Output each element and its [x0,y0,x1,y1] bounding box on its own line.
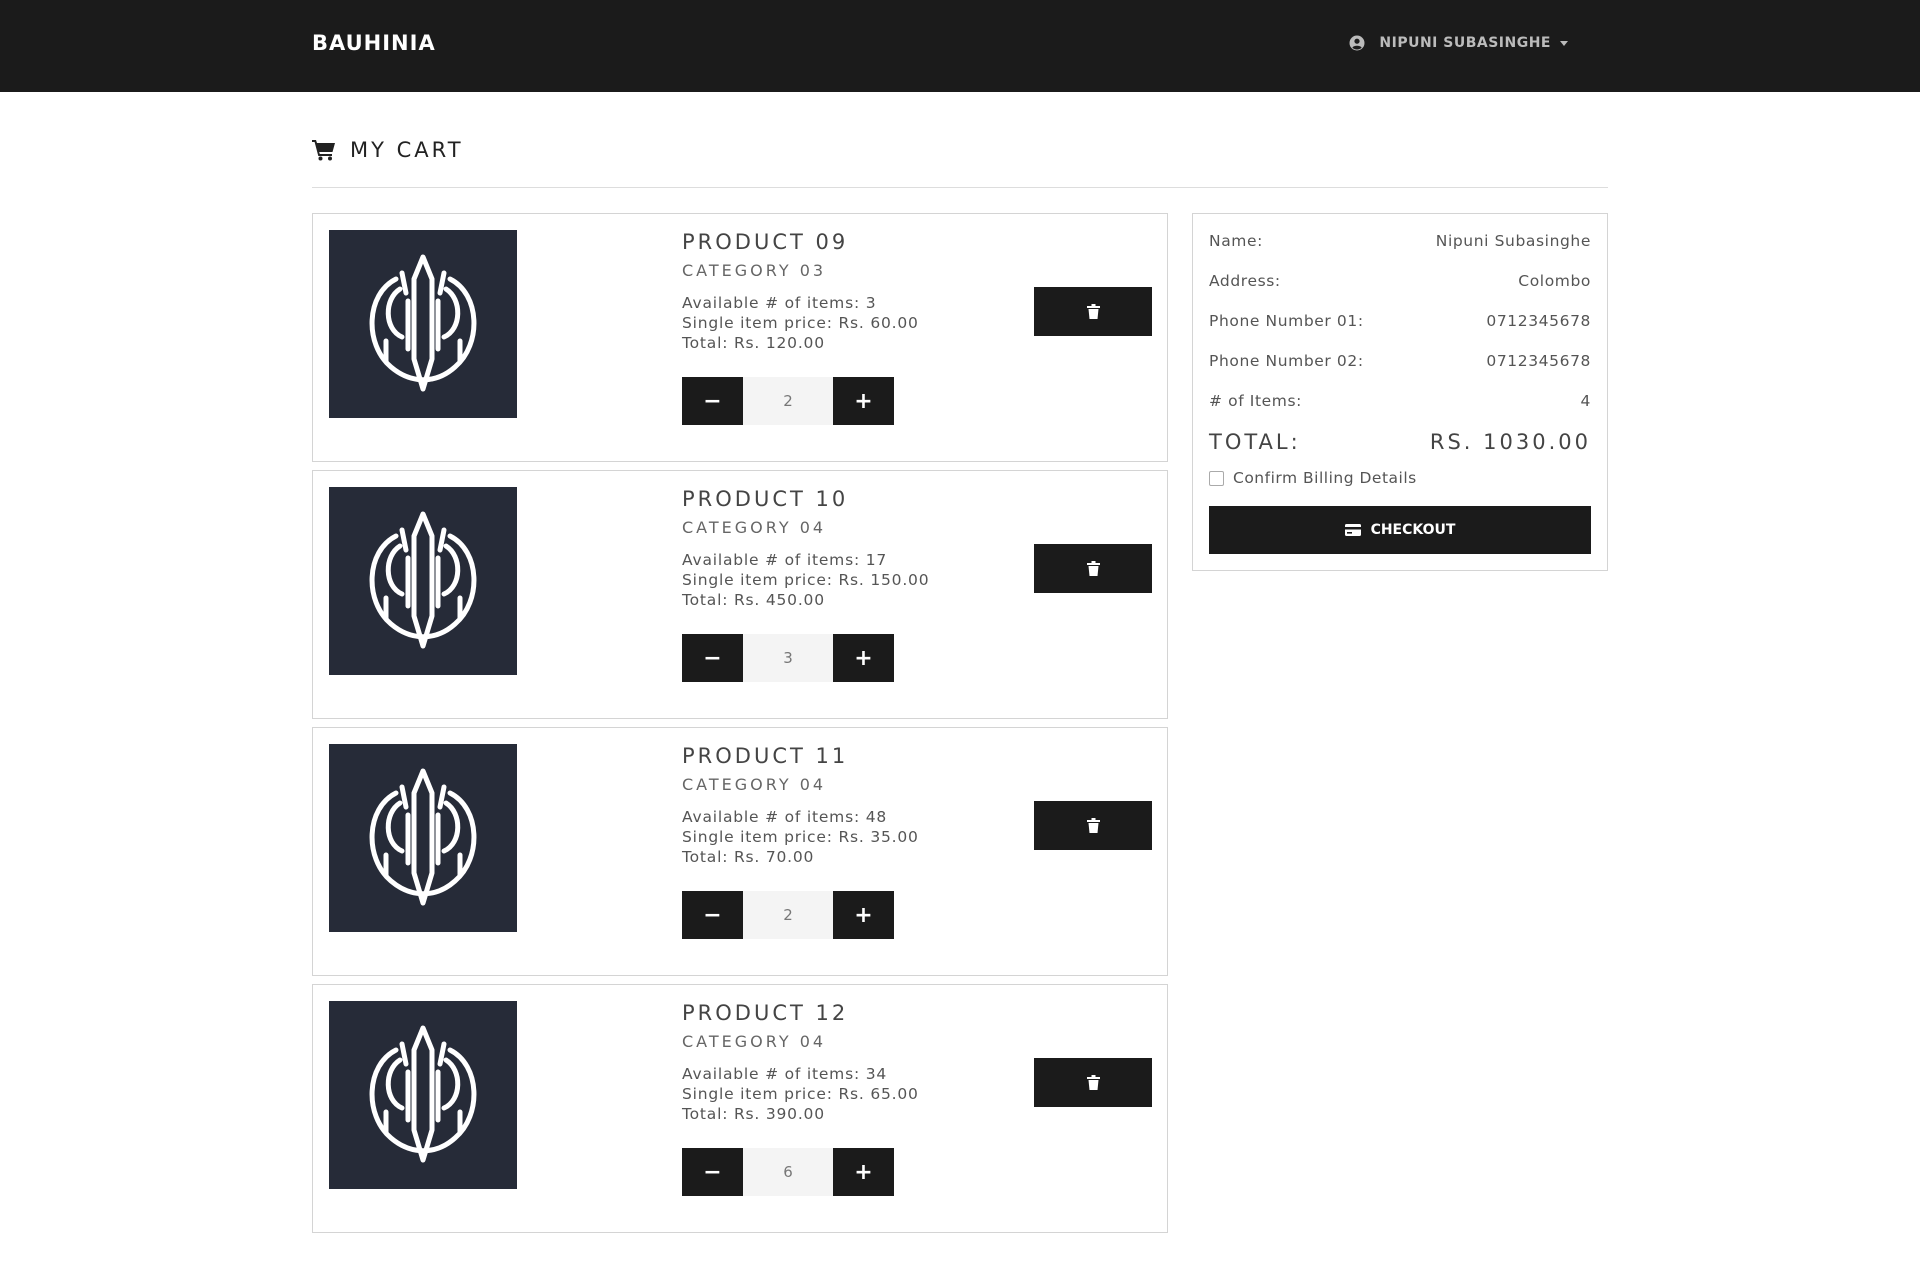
phone1-value: 0712345678 [1486,312,1591,330]
navbar: BAUHINIA NIPUNI SUBASINGHE [0,0,1920,92]
trash-icon [1086,818,1100,833]
single-item-price: Single item price: Rs. 150.00 [682,571,930,589]
product-info: PRODUCT 10 CATEGORY 04 Available # of it… [682,487,929,610]
product-name: PRODUCT 10 [682,487,849,511]
user-menu-dropdown[interactable]: NIPUNI SUBASINGHE [1349,35,1568,51]
summary-items-row: # of Items: 4 [1209,392,1591,410]
summary-name-row: Name: Nipuni Subasinghe [1209,232,1591,250]
delete-item-button[interactable] [1034,1058,1152,1107]
cart-item: PRODUCT 12 CATEGORY 04 Available # of it… [312,984,1168,1233]
summary-address-row: Address: Colombo [1209,272,1591,290]
quantity-value[interactable]: 3 [743,634,833,682]
summary-phone2-row: Phone Number 02: 0712345678 [1209,352,1591,370]
product-info: PRODUCT 11 CATEGORY 04 Available # of it… [682,744,919,867]
confirm-billing-checkbox[interactable] [1209,470,1224,486]
cart-icon [312,140,335,161]
product-emblem-icon [369,768,477,906]
phone2-label: Phone Number 02: [1209,352,1364,370]
cart-item: PRODUCT 09 CATEGORY 03 Available # of it… [312,213,1168,462]
decrease-quantity-button[interactable]: − [682,891,743,939]
product-emblem-icon [369,254,477,392]
trash-icon [1086,1075,1100,1090]
quantity-stepper: − 3 + [682,634,894,682]
address-label: Address: [1209,272,1281,290]
product-name: PRODUCT 09 [682,230,849,254]
quantity-value[interactable]: 6 [743,1148,833,1196]
divider [312,187,1608,188]
confirm-billing[interactable]: Confirm Billing Details [1209,469,1417,487]
items-value: 4 [1580,392,1591,410]
product-image[interactable] [329,487,517,675]
quantity-stepper: − 2 + [682,891,894,939]
decrease-quantity-button[interactable]: − [682,634,743,682]
page-title: MY CART [350,138,464,162]
brand-logo[interactable]: BAUHINIA [312,31,436,55]
quantity-value[interactable]: 2 [743,377,833,425]
increase-quantity-button[interactable]: + [833,1148,894,1196]
checkout-button[interactable]: CHECKOUT [1209,506,1591,554]
increase-quantity-button[interactable]: + [833,377,894,425]
item-total: Total: Rs. 120.00 [682,334,825,352]
phone1-label: Phone Number 01: [1209,312,1364,330]
item-total: Total: Rs. 390.00 [682,1105,825,1123]
quantity-stepper: − 6 + [682,1148,894,1196]
single-item-price: Single item price: Rs. 60.00 [682,314,919,332]
available-count: Available # of items: 3 [682,294,877,312]
page-header: MY CART [312,138,464,162]
item-total: Total: Rs. 450.00 [682,591,825,609]
delete-item-button[interactable] [1034,801,1152,850]
phone2-value: 0712345678 [1486,352,1591,370]
product-name: PRODUCT 12 [682,1001,849,1025]
items-label: # of Items: [1209,392,1302,410]
billing-summary: Name: Nipuni Subasinghe Address: Colombo… [1192,213,1608,571]
caret-down-icon [1560,40,1568,46]
trash-icon [1086,561,1100,576]
product-image[interactable] [329,744,517,932]
available-count: Available # of items: 34 [682,1065,888,1083]
user-circle-icon [1349,35,1365,51]
single-item-price: Single item price: Rs. 35.00 [682,828,919,846]
summary-total-row: TOTAL: RS. 1030.00 [1209,430,1591,454]
product-category: CATEGORY 03 [682,261,827,280]
product-image[interactable] [329,1001,517,1189]
product-emblem-icon [369,1025,477,1163]
increase-quantity-button[interactable]: + [833,634,894,682]
name-label: Name: [1209,232,1263,250]
increase-quantity-button[interactable]: + [833,891,894,939]
product-category: CATEGORY 04 [682,1032,827,1051]
product-info: PRODUCT 12 CATEGORY 04 Available # of it… [682,1001,919,1124]
cart-item: PRODUCT 11 CATEGORY 04 Available # of it… [312,727,1168,976]
product-name: PRODUCT 11 [682,744,849,768]
product-info: PRODUCT 09 CATEGORY 03 Available # of it… [682,230,919,353]
quantity-stepper: − 2 + [682,377,894,425]
decrease-quantity-button[interactable]: − [682,377,743,425]
delete-item-button[interactable] [1034,544,1152,593]
delete-item-button[interactable] [1034,287,1152,336]
product-image[interactable] [329,230,517,418]
address-value: Colombo [1518,272,1591,290]
cart-item: PRODUCT 10 CATEGORY 04 Available # of it… [312,470,1168,719]
total-value: RS. 1030.00 [1429,430,1591,454]
credit-card-icon [1344,524,1361,536]
available-count: Available # of items: 17 [682,551,888,569]
item-total: Total: Rs. 70.00 [682,848,815,866]
product-emblem-icon [369,511,477,649]
confirm-billing-label: Confirm Billing Details [1233,469,1417,487]
name-value: Nipuni Subasinghe [1435,232,1591,250]
decrease-quantity-button[interactable]: − [682,1148,743,1196]
available-count: Available # of items: 48 [682,808,888,826]
checkout-label: CHECKOUT [1370,522,1456,538]
summary-phone1-row: Phone Number 01: 0712345678 [1209,312,1591,330]
user-name: NIPUNI SUBASINGHE [1379,35,1551,51]
single-item-price: Single item price: Rs. 65.00 [682,1085,919,1103]
trash-icon [1086,304,1100,319]
product-category: CATEGORY 04 [682,775,827,794]
quantity-value[interactable]: 2 [743,891,833,939]
total-label: TOTAL: [1209,430,1301,454]
product-category: CATEGORY 04 [682,518,827,537]
